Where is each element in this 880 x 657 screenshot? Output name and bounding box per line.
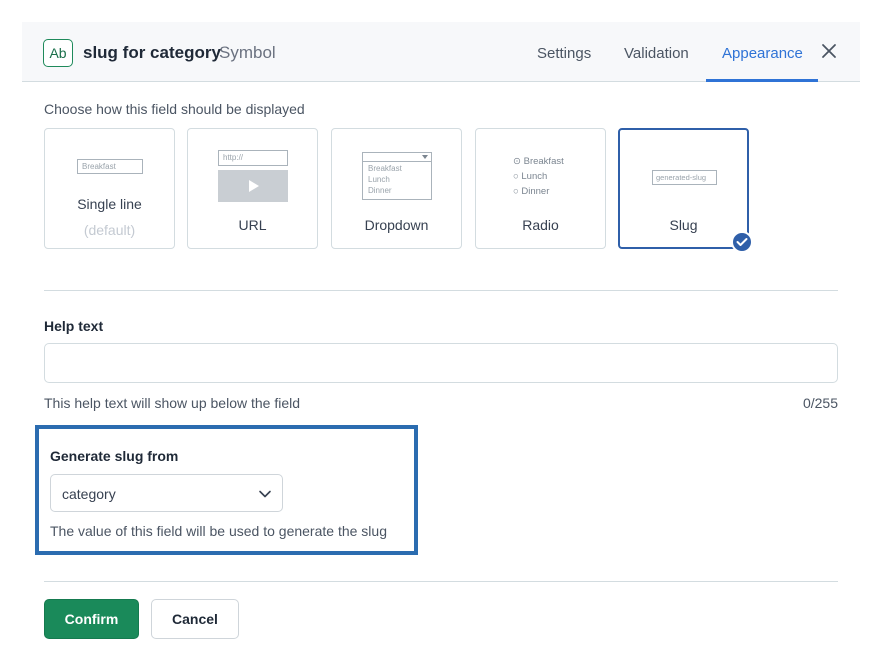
radio-empty-icon: ○ bbox=[513, 186, 519, 197]
appearance-option-url[interactable]: http:// URL bbox=[187, 128, 318, 249]
appearance-option-label: URL bbox=[238, 217, 267, 233]
play-icon bbox=[218, 170, 288, 202]
slug-preview: generated-slug bbox=[652, 170, 717, 185]
chevron-down-icon bbox=[259, 490, 271, 498]
dropdown-preview-item: Lunch bbox=[368, 175, 390, 184]
help-text-hint: This help text will show up below the fi… bbox=[44, 395, 301, 411]
dropdown-caret-icon bbox=[422, 155, 428, 159]
slug-source-section: Generate slug from category The value of… bbox=[35, 425, 418, 555]
slug-source-select[interactable]: category bbox=[50, 474, 283, 512]
cancel-button[interactable]: Cancel bbox=[151, 599, 239, 639]
radio-preview-item: Lunch bbox=[521, 171, 548, 182]
help-text-label: Help text bbox=[44, 318, 104, 334]
dropdown-preview-item: Breakfast bbox=[368, 164, 402, 173]
appearance-option-dropdown[interactable]: Breakfast Lunch Dinner Dropdown bbox=[331, 128, 462, 249]
dialog-header: Ab slug for category Symbol Settings Val… bbox=[22, 22, 860, 82]
section-divider bbox=[44, 290, 838, 291]
appearance-option-slug[interactable]: generated-slug Slug bbox=[618, 128, 749, 249]
radio-empty-icon: ○ bbox=[513, 171, 519, 182]
radio-preview-item: Breakfast bbox=[523, 156, 564, 167]
url-preview-field: http:// bbox=[218, 150, 288, 166]
help-text-char-count: 0/255 bbox=[802, 395, 838, 411]
slug-source-selected-value: category bbox=[62, 486, 116, 502]
tab-appearance[interactable]: Appearance bbox=[722, 45, 803, 62]
appearance-option-radio[interactable]: ⊙ Breakfast ○ Lunch ○ Dinner Radio bbox=[475, 128, 606, 249]
field-type-icon: Ab bbox=[43, 39, 73, 67]
section-divider bbox=[44, 581, 838, 582]
close-icon[interactable] bbox=[819, 41, 839, 61]
radio-preview: ⊙ Breakfast ○ Lunch ○ Dinner bbox=[513, 154, 571, 199]
confirm-button[interactable]: Confirm bbox=[44, 599, 139, 639]
appearance-option-label: Slug bbox=[669, 217, 698, 233]
appearance-option-label: Dropdown bbox=[364, 217, 429, 233]
slug-source-hint: The value of this field will be used to … bbox=[50, 523, 387, 539]
selected-check-icon bbox=[731, 231, 753, 253]
appearance-option-label: Single line bbox=[77, 196, 142, 212]
field-type-label: Symbol bbox=[219, 43, 276, 62]
slug-source-label: Generate slug from bbox=[50, 448, 179, 464]
appearance-option-single-line[interactable]: Breakfast Single line (default) bbox=[44, 128, 175, 249]
dropdown-preview-item: Dinner bbox=[368, 186, 392, 195]
single-line-preview: Breakfast bbox=[77, 159, 143, 174]
appearance-instruction: Choose how this field should be displaye… bbox=[44, 101, 305, 117]
field-name: slug for category bbox=[83, 43, 221, 62]
tab-validation[interactable]: Validation bbox=[624, 45, 689, 62]
radio-preview-item: Dinner bbox=[521, 186, 550, 197]
dropdown-preview: Breakfast Lunch Dinner bbox=[362, 152, 432, 200]
radio-selected-icon: ⊙ bbox=[513, 156, 521, 167]
default-label: (default) bbox=[83, 222, 136, 238]
appearance-option-label: Radio bbox=[522, 217, 559, 233]
active-tab-indicator bbox=[706, 79, 818, 82]
tab-settings[interactable]: Settings bbox=[537, 45, 591, 62]
help-text-input[interactable] bbox=[44, 343, 838, 383]
